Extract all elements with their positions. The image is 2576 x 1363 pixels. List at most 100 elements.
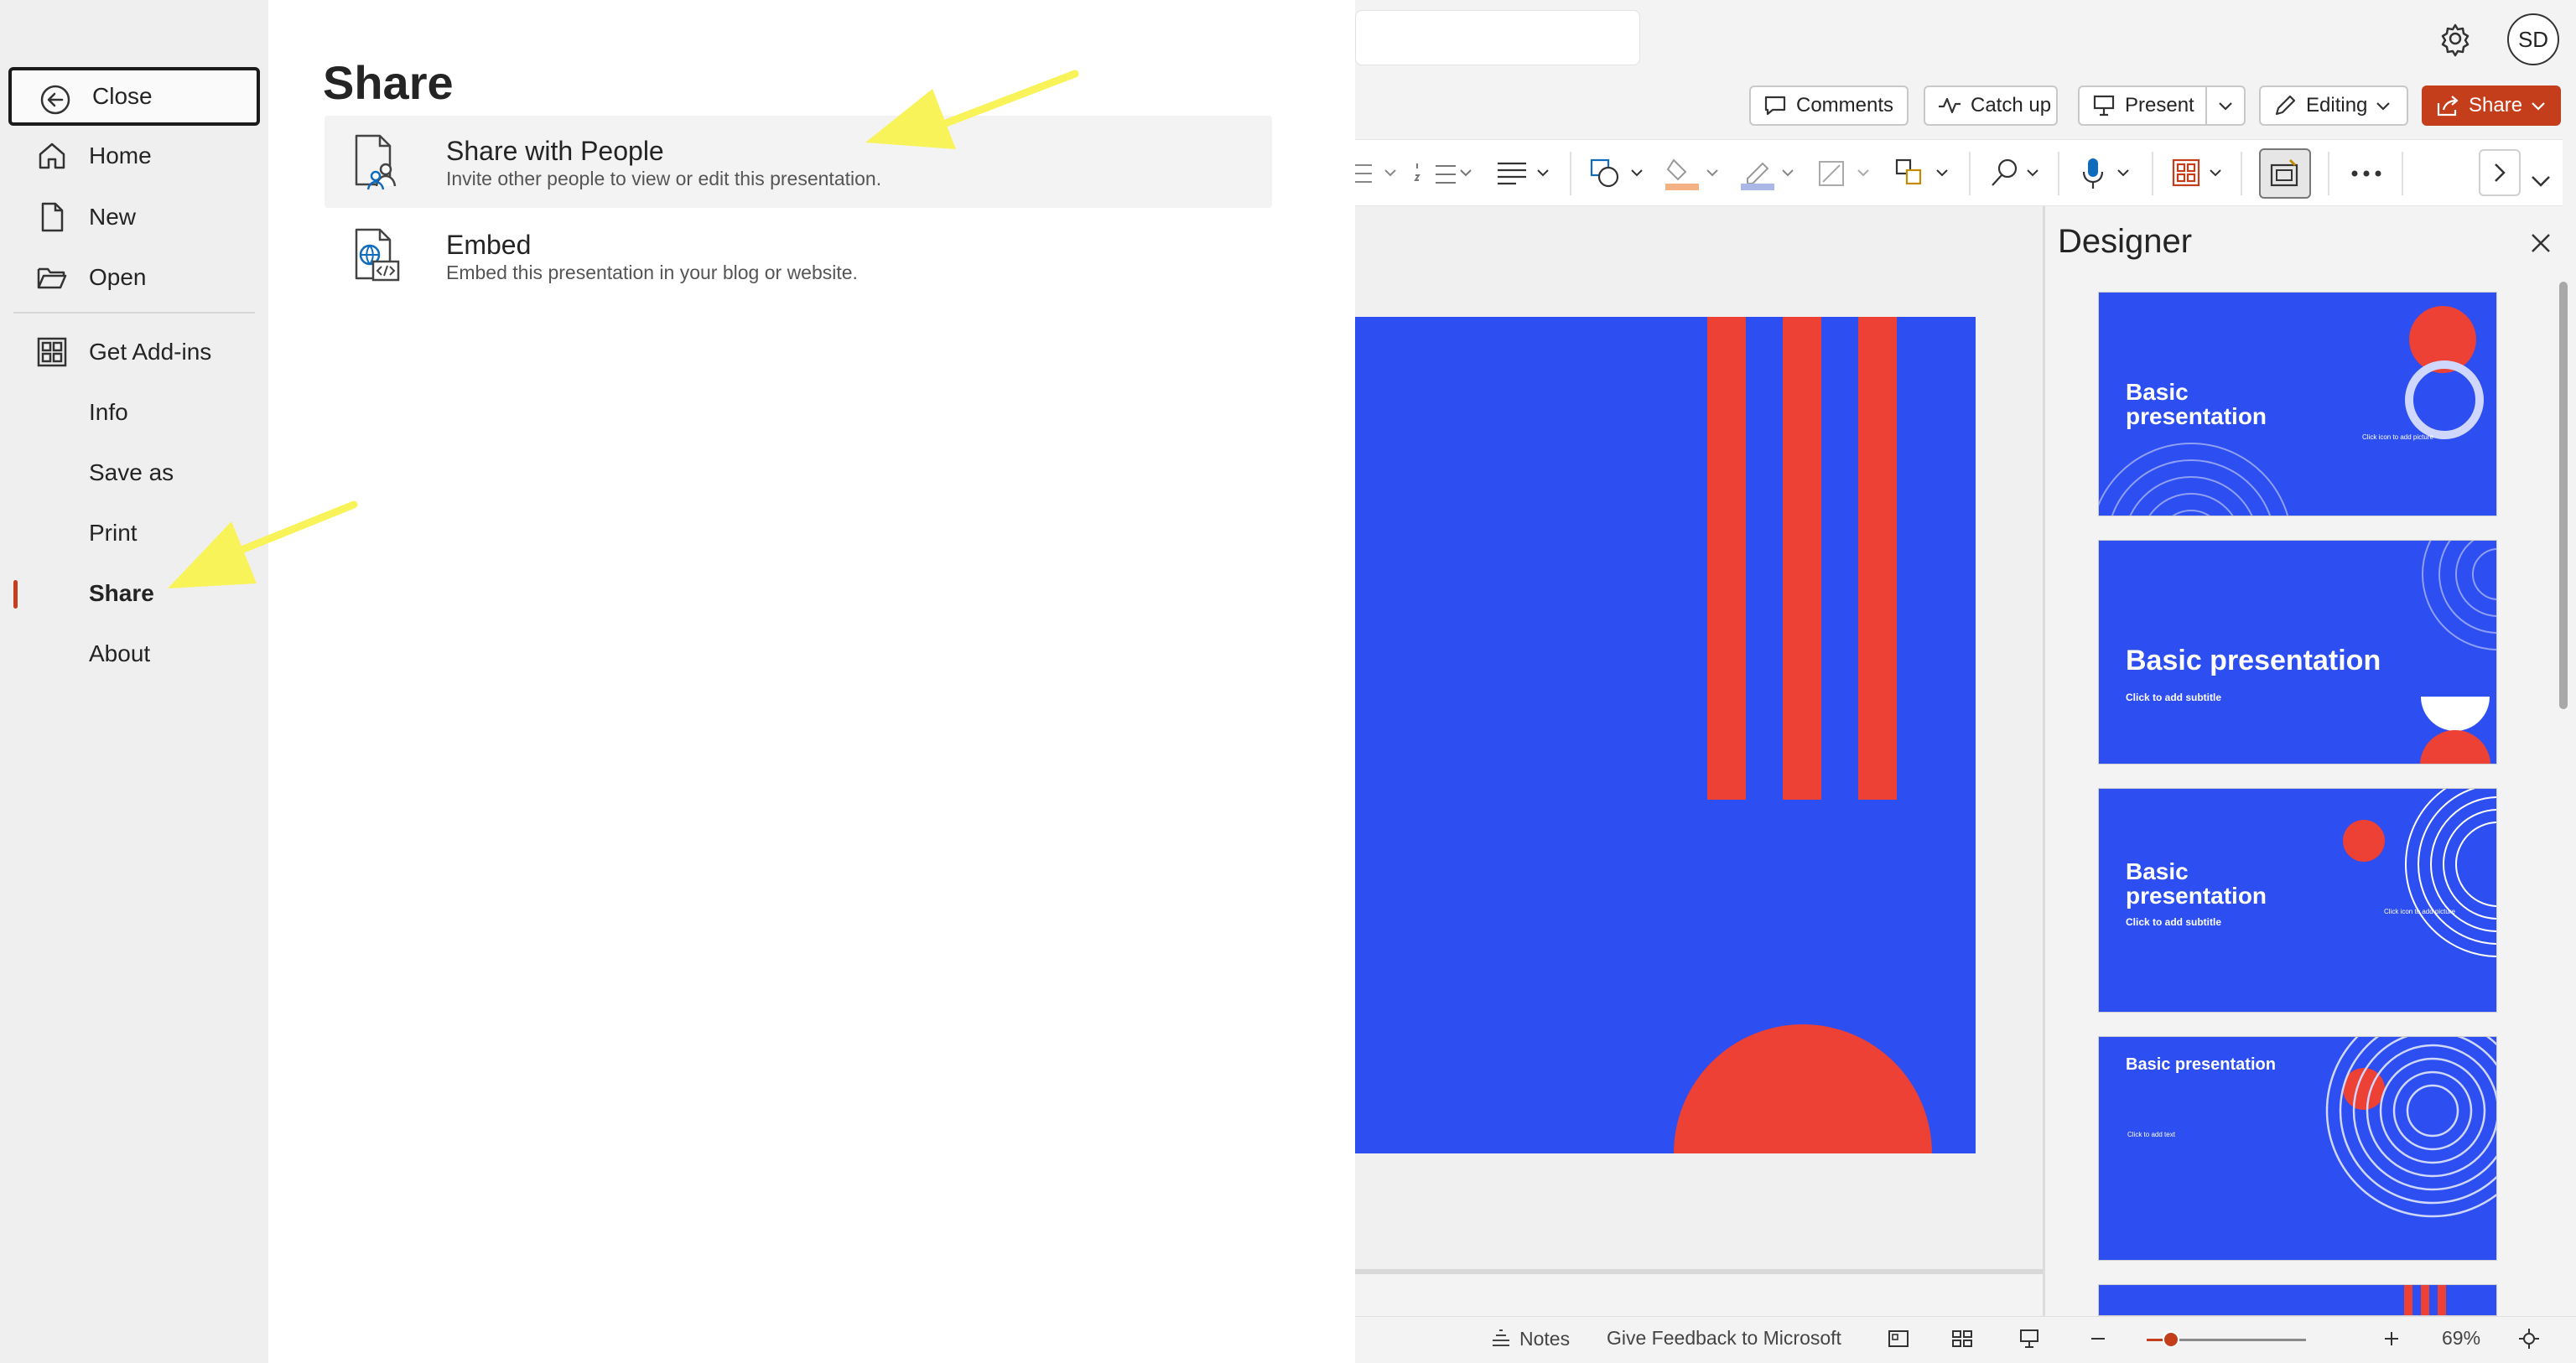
nav-share[interactable]: Share — [8, 564, 260, 623]
arrange-icon[interactable] — [1895, 155, 1962, 192]
ribbon-separator — [2058, 152, 2059, 195]
slide[interactable] — [1355, 317, 1976, 1153]
nav-print-label: Print — [89, 520, 138, 546]
nav-open-label: Open — [89, 264, 147, 290]
zoom-slider[interactable] — [2147, 1331, 2306, 1348]
search-input[interactable] — [1355, 10, 1640, 65]
page-title: Share — [323, 56, 454, 109]
nav-get-addins-label: Get Add-ins — [89, 339, 212, 365]
nav-get-addins[interactable]: Get Add-ins — [8, 323, 260, 381]
design-thumbnail[interactable] — [2098, 1284, 2497, 1316]
nav-open[interactable]: Open — [8, 248, 260, 307]
present-dropdown[interactable] — [2205, 86, 2246, 126]
zoom-out-icon[interactable] — [2086, 1327, 2110, 1350]
nav-about[interactable]: About — [8, 624, 260, 683]
nav-save-as-label: Save as — [89, 459, 174, 485]
ribbon-toolbar — [1355, 139, 2563, 206]
nav-print[interactable]: Print — [8, 504, 260, 562]
zoom-in-icon[interactable] — [2380, 1327, 2403, 1350]
chevron-down-icon — [2529, 96, 2547, 115]
shape-effects-icon[interactable] — [1816, 155, 1883, 192]
find-icon[interactable] — [1989, 155, 2056, 192]
chevron-down-icon — [2216, 96, 2235, 115]
ribbon-separator — [1570, 152, 1571, 195]
thumbnail-title: Basic presentation — [2126, 379, 2267, 429]
design-thumbnail[interactable]: Basic presentation Click icon to add pic… — [2098, 292, 2497, 516]
feedback-link[interactable]: Give Feedback to Microsoft — [1607, 1327, 1841, 1350]
avatar[interactable]: SD — [2507, 13, 2559, 65]
nav-info[interactable]: Info — [8, 383, 260, 442]
ribbon-separator — [2241, 152, 2242, 195]
editing-mode-button[interactable]: Editing — [2259, 86, 2408, 126]
thumbnail-title: Basic presentation — [2126, 645, 2381, 676]
status-bar: Notes Give Feedback to Microsoft 69% — [1355, 1316, 2576, 1363]
catch-up-label: Catch up — [1971, 94, 2052, 117]
settings-gear-icon[interactable] — [2435, 18, 2475, 59]
share-with-people-option[interactable]: Share with People Invite other people to… — [325, 116, 1272, 208]
slide-sorter-icon[interactable] — [1950, 1327, 1974, 1350]
design-thumbnail[interactable]: Basic presentation Click to add subtitle… — [2098, 788, 2497, 1013]
share-icon — [2435, 93, 2460, 118]
ribbon-separator — [2152, 152, 2153, 195]
design-thumbnail[interactable]: Basic presentation Click to add subtitle — [2098, 540, 2497, 764]
present-button[interactable]: Present — [2078, 86, 2207, 126]
editing-label: Editing — [2306, 94, 2368, 117]
nav-new-label: New — [89, 204, 137, 230]
nav-divider — [13, 312, 255, 314]
dictate-mic-icon[interactable] — [2080, 155, 2147, 192]
zoom-slider-thumb[interactable] — [2163, 1331, 2179, 1348]
shape-outline-icon[interactable] — [1741, 155, 1808, 192]
align-text-icon[interactable] — [1496, 155, 1563, 192]
chevron-down-icon — [2374, 96, 2392, 115]
nav-save-as[interactable]: Save as — [8, 443, 260, 502]
catch-up-button[interactable]: Catch up — [1924, 86, 2058, 126]
backstage-nav: Close Home New Open Get Add-ins Info Sav… — [0, 0, 268, 1363]
comment-icon — [1763, 93, 1788, 118]
nav-home-label: Home — [89, 143, 152, 168]
nav-close-button[interactable]: Close — [8, 67, 260, 126]
ribbon-separator — [2402, 152, 2403, 195]
embed-description: Embed this presentation in your blog or … — [446, 262, 858, 283]
shapes-icon[interactable] — [1590, 155, 1657, 192]
slideshow-view-icon[interactable] — [2018, 1327, 2041, 1350]
horizontal-scrollbar[interactable] — [1355, 1269, 2043, 1274]
home-icon — [35, 139, 69, 173]
notes-icon — [1489, 1327, 1513, 1350]
share-with-people-description: Invite other people to view or edit this… — [446, 168, 882, 189]
notes-label: Notes — [1519, 1327, 1571, 1350]
notes-button[interactable]: Notes — [1489, 1327, 1570, 1350]
designer-toggle-icon[interactable] — [2259, 148, 2311, 199]
back-arrow-icon — [39, 83, 72, 117]
more-options-icon[interactable] — [2341, 155, 2392, 192]
thumbnail-caption: Click icon to add picture — [2362, 433, 2433, 441]
activity-icon — [1937, 93, 1962, 118]
comments-button[interactable]: Comments — [1749, 86, 1909, 126]
chevron-down-icon[interactable] — [2524, 164, 2558, 198]
share-with-people-title: Share with People — [446, 136, 664, 166]
present-label: Present — [2125, 94, 2194, 117]
designer-scrollbar[interactable] — [2559, 282, 2568, 709]
share-button[interactable]: Share — [2422, 86, 2561, 126]
nav-close-label: Close — [92, 83, 153, 109]
design-thumbnail[interactable]: Basic presentation Click to add text — [2098, 1036, 2497, 1261]
zoom-level[interactable]: 69% — [2442, 1327, 2480, 1350]
ribbon-separator — [1969, 152, 1971, 195]
designer-title: Designer — [2058, 223, 2193, 260]
bullets-icon[interactable] — [1355, 155, 1405, 192]
thumbnail-caption: Click to add subtitle — [2126, 692, 2222, 703]
embed-option[interactable]: Embed Embed this presentation in your bl… — [325, 210, 1272, 302]
normal-view-icon[interactable] — [1887, 1327, 1910, 1350]
designer-addins-icon[interactable] — [2172, 155, 2239, 192]
shape-fill-icon[interactable] — [1665, 155, 1732, 192]
nav-about-label: About — [89, 640, 151, 666]
nav-new[interactable]: New — [8, 188, 260, 246]
pencil-icon — [2272, 93, 2298, 118]
thumbnail-title: Basic presentation — [2126, 1055, 2276, 1074]
numbering-icon[interactable] — [1414, 155, 1481, 192]
fit-to-window-icon[interactable] — [2517, 1327, 2541, 1350]
close-icon[interactable] — [2524, 226, 2558, 260]
share-label: Share — [2469, 94, 2523, 117]
share-with-people-icon — [350, 132, 403, 191]
nav-home[interactable]: Home — [8, 127, 260, 185]
ribbon-scroll-right-button[interactable] — [2479, 149, 2521, 196]
